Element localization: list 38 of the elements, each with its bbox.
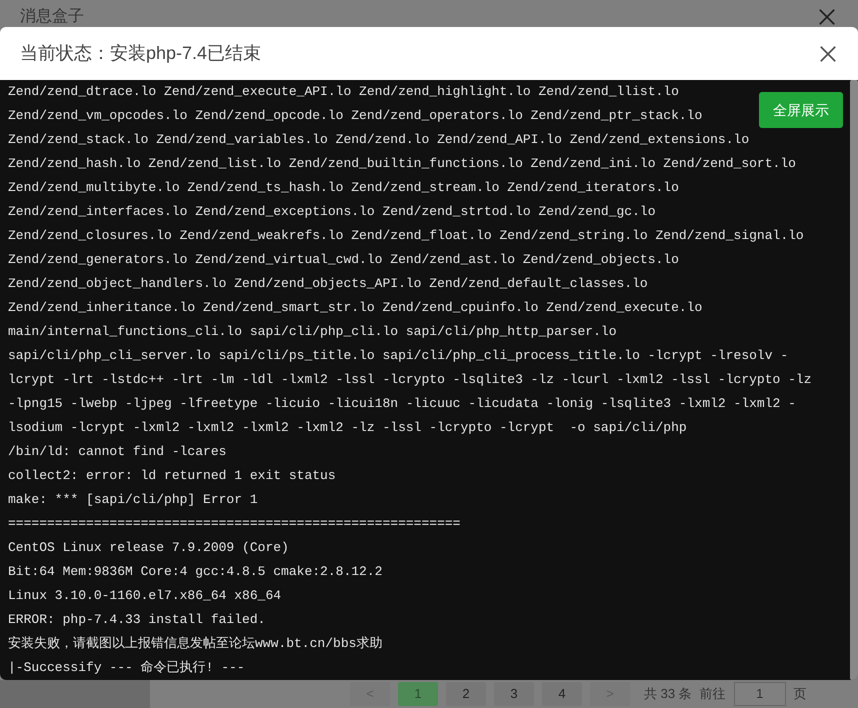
log-line: -lpng15 -lwebp -ljpeg -lfreetype -licuio -licui18n -licuuc -licudata -lonig -lsqlite3 -lxml2 -lxml2 - <box>8 395 796 413</box>
log-line: Zend/zend_dtrace.lo Zend/zend_execute_API.lo Zend/zend_highlight.lo Zend/zend_llist.lo <box>8 83 679 101</box>
log-line: /bin/ld: cannot find -lcares <box>8 443 226 461</box>
log-line: Zend/zend_generators.lo Zend/zend_virtual_cwd.lo Zend/zend_ast.lo Zend/zend_objects.lo <box>8 251 679 269</box>
log-line: Zend/zend_multibyte.lo Zend/zend_ts_hash.lo Zend/zend_stream.lo Zend/zend_iterators.lo <box>8 179 679 197</box>
log-line: CentOS Linux release 7.9.2009 (Core) <box>8 539 289 557</box>
total-count: 共 33 条 <box>644 685 692 704</box>
close-icon[interactable] <box>818 8 836 26</box>
close-icon[interactable] <box>819 44 837 62</box>
background-dialog-title: 消息盒子 <box>20 6 84 27</box>
log-line: |-Successify --- 命令已执行! --- <box>8 659 245 677</box>
goto-label: 前往 <box>700 685 726 704</box>
log-line: 安装失败，请截图以上报错信息发帖至论坛www.bt.cn/bbs求助 <box>8 635 382 653</box>
log-line: Zend/zend_object_handlers.lo Zend/zend_objects_API.lo Zend/zend_default_classes.lo <box>8 275 648 293</box>
log-line: lsodium -lcrypt -lxml2 -lxml2 -lxml2 -lxml2 -lz -lssl -lcrypto -lcrypt -o sapi/cli/php <box>8 419 687 437</box>
log-line: ERROR: php-7.4.33 install failed. <box>8 611 266 629</box>
log-line: Bit:64 Mem:9836M Core:4 gcc:4.8.5 cmake:2.8.12.2 <box>8 563 382 581</box>
page-button[interactable]: 3 <box>494 682 534 706</box>
page-suffix: 页 <box>794 685 807 704</box>
page-button[interactable]: 4 <box>542 682 582 706</box>
log-line: Zend/zend_inheritance.lo Zend/zend_smart_str.lo Zend/zend_cpuinfo.lo Zend/zend_execute.lo <box>8 299 702 317</box>
log-line: sapi/cli/php_cli_server.lo sapi/cli/ps_title.lo sapi/cli/php_cli_process_title.lo -lcrypt -lresolv - <box>8 347 788 365</box>
log-line: Linux 3.10.0-1160.el7.x86_64 x86_64 <box>8 587 282 605</box>
log-line: ========================================================== <box>8 515 460 533</box>
log-line: lcrypt -lrt -lstdc++ -lrt -lm -ldl -lxml2 -lssl -lcrypto -lsqlite3 -lz -lcurl -lxml2 -lssl -lcrypto -lz <box>8 371 812 389</box>
log-line: Zend/zend_stack.lo Zend/zend_variables.lo Zend/zend.lo Zend/zend_API.lo Zend/zend_extensions.lo <box>8 131 750 149</box>
log-line: make: *** [sapi/cli/php] Error 1 <box>8 491 258 509</box>
page-button[interactable]: 2 <box>446 682 486 706</box>
log-line: main/internal_functions_cli.lo sapi/cli/php_cli.lo sapi/cli/php_http_parser.lo <box>8 323 616 341</box>
page-input[interactable]: 1 <box>734 682 786 706</box>
page-button[interactable]: 1 <box>398 682 438 706</box>
fullscreen-button[interactable]: 全屏展示 <box>759 92 843 128</box>
log-line: Zend/zend_hash.lo Zend/zend_list.lo Zend/zend_builtin_functions.lo Zend/zend_ini.lo Zend/zend_sort.lo <box>8 155 796 173</box>
log-line: Zend/zend_interfaces.lo Zend/zend_exceptions.lo Zend/zend_strtod.lo Zend/zend_gc.lo <box>8 203 656 221</box>
log-line: Zend/zend_vm_opcodes.lo Zend/zend_opcode.lo Zend/zend_operators.lo Zend/zend_ptr_stack.lo <box>8 107 702 125</box>
log-line: Zend/zend_closures.lo Zend/zend_weakrefs.lo Zend/zend_float.lo Zend/zend_string.lo Zend/zend_signal.lo <box>8 227 804 245</box>
log-line: collect2: error: ld returned 1 exit status <box>8 467 336 485</box>
modal-title: 当前状态：安装php-7.4已结束 <box>20 42 262 65</box>
